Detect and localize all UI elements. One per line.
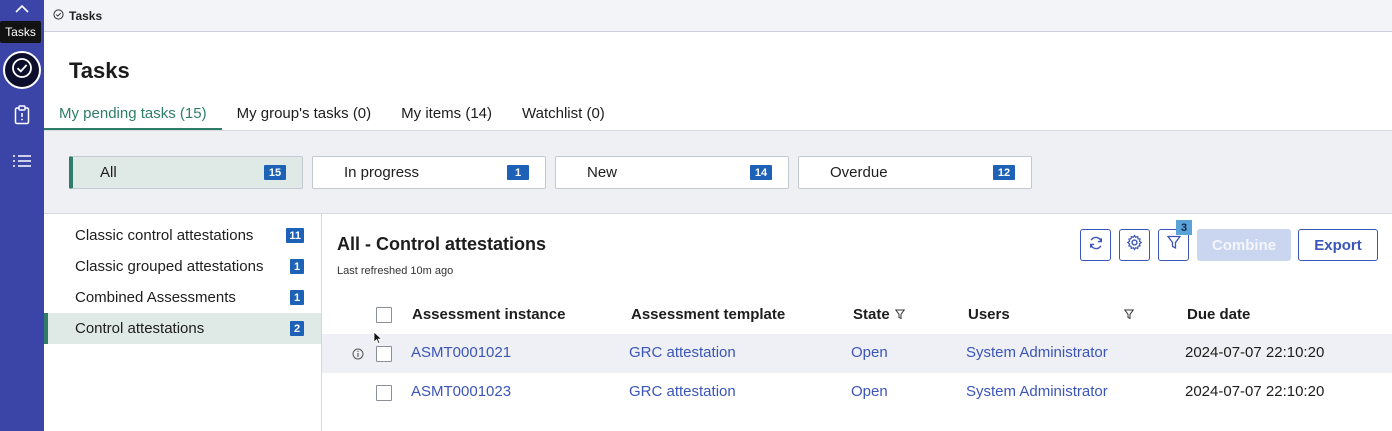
filter-icon — [1166, 235, 1181, 255]
filter-chip-label: All — [100, 164, 117, 181]
filter-chip-label: Overdue — [830, 164, 888, 181]
count-badge: 1 — [290, 259, 304, 274]
mouse-pointer-icon — [373, 331, 383, 350]
settings-button[interactable] — [1119, 229, 1150, 261]
check-circle-small-icon — [53, 7, 64, 25]
tabs: My pending tasks (15) My group's tasks (… — [44, 96, 1392, 130]
state-link[interactable]: Open — [851, 383, 888, 400]
select-all-checkbox[interactable] — [376, 307, 392, 323]
users-link[interactable]: System Administrator — [966, 344, 1108, 361]
column-header-label: Assessment template — [631, 306, 786, 323]
column-header-state[interactable]: State — [853, 306, 905, 323]
rail-clipboard-button[interactable] — [0, 97, 44, 137]
info-icon[interactable] — [352, 347, 364, 365]
export-button[interactable]: Export — [1298, 229, 1378, 261]
filter-chip-in-progress[interactable]: In progress 1 — [312, 156, 546, 189]
column-header-label: State — [853, 306, 890, 323]
filter-chip-new[interactable]: New 14 — [555, 156, 789, 189]
category-item-classic-grouped[interactable]: Classic grouped attestations 1 — [44, 251, 321, 282]
category-item-combined-assessments[interactable]: Combined Assessments 1 — [44, 282, 321, 313]
assessment-instance-link[interactable]: ASMT0001023 — [411, 383, 511, 400]
refresh-button[interactable] — [1080, 229, 1111, 261]
gear-icon — [1126, 234, 1143, 256]
column-header-users[interactable]: Users — [968, 306, 1010, 323]
count-badge: 14 — [750, 165, 772, 180]
count-badge: 1 — [290, 290, 304, 305]
refresh-icon — [1088, 235, 1104, 256]
tab-my-pending-tasks[interactable]: My pending tasks (15) — [44, 96, 222, 130]
left-rail: Tasks — [0, 0, 44, 431]
category-item-label: Classic grouped attestations — [75, 258, 264, 275]
assessment-template-link[interactable]: GRC attestation — [629, 344, 736, 361]
filter-chip-all[interactable]: All 15 — [69, 156, 303, 189]
column-header-label: Users — [968, 306, 1010, 323]
list-title: All - Control attestations — [337, 234, 547, 254]
category-list: Classic control attestations 11 Classic … — [44, 214, 322, 431]
count-badge: 2 — [290, 321, 304, 336]
filter-icon[interactable] — [894, 309, 905, 320]
count-badge: 15 — [264, 165, 286, 180]
category-item-label: Classic control attestations — [75, 227, 254, 244]
assessment-instance-link[interactable]: ASMT0001021 — [411, 344, 511, 361]
count-badge: 1 — [507, 165, 529, 180]
table-row[interactable]: ASMT0001021 GRC attestation Open System … — [322, 334, 1392, 373]
list-icon — [12, 153, 32, 174]
column-header-assessment-template[interactable]: Assessment template — [631, 306, 785, 323]
filter-chip-overdue[interactable]: Overdue 12 — [798, 156, 1032, 189]
due-date: 2024-07-07 22:10:20 — [1185, 344, 1325, 361]
tab-my-items[interactable]: My items (14) — [386, 96, 507, 130]
users-filter-icon[interactable] — [1124, 309, 1134, 320]
column-header-label: Due date — [1187, 306, 1251, 323]
category-item-label: Control attestations — [75, 320, 205, 337]
filter-band: All 15 In progress 1 New 14 Overdue 12 — [44, 130, 1392, 214]
clipboard-icon — [14, 104, 30, 130]
rail-tasks-button[interactable] — [0, 50, 44, 90]
page-title: Tasks — [69, 58, 130, 83]
column-header-label: Assessment instance — [412, 306, 566, 323]
row-checkbox[interactable] — [376, 385, 392, 401]
filter-chip-label: New — [587, 164, 618, 181]
users-link[interactable]: System Administrator — [966, 383, 1108, 400]
check-circle-icon — [11, 57, 33, 84]
filter-count-badge: 3 — [1176, 220, 1192, 235]
last-refreshed-text: Last refreshed 10m ago — [337, 265, 454, 277]
column-header-due-date[interactable]: Due date — [1187, 306, 1250, 323]
count-badge: 12 — [993, 165, 1015, 180]
filter-chip-label: In progress — [344, 164, 420, 181]
tab-my-groups-tasks[interactable]: My group's tasks (0) — [222, 96, 387, 130]
chevron-up-icon — [15, 0, 29, 18]
category-item-control-attestations[interactable]: Control attestations 2 — [44, 313, 321, 344]
state-link[interactable]: Open — [851, 344, 888, 361]
rail-tooltip: Tasks — [0, 21, 41, 43]
rail-list-button[interactable] — [0, 143, 44, 183]
category-item-label: Combined Assessments — [75, 289, 236, 306]
column-header-assessment-instance[interactable]: Assessment instance — [412, 306, 565, 323]
count-badge: 11 — [286, 228, 304, 243]
table-row[interactable]: ASMT0001023 GRC attestation Open System … — [322, 373, 1392, 412]
assessment-template-link[interactable]: GRC attestation — [629, 383, 736, 400]
top-bar-title: Tasks — [69, 8, 103, 23]
tab-watchlist[interactable]: Watchlist (0) — [507, 96, 620, 130]
due-date: 2024-07-07 22:10:20 — [1185, 383, 1325, 400]
category-item-classic-control[interactable]: Classic control attestations 11 — [44, 220, 321, 251]
combine-button[interactable]: Combine — [1197, 229, 1291, 261]
top-bar: Tasks — [44, 0, 1392, 32]
